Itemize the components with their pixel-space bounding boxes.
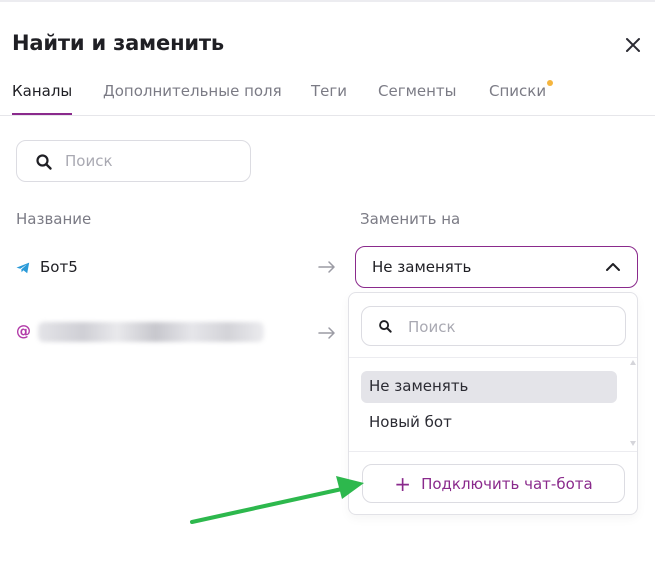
select-dropdown: Не заменять Новый бот + Подключить чат-б…	[348, 292, 638, 515]
blurred-channel-name	[38, 322, 264, 342]
select-value: Не заменять	[372, 258, 472, 276]
column-header-name: Название	[16, 210, 92, 228]
search-icon	[379, 320, 392, 333]
divider	[349, 451, 637, 452]
chevron-up-icon	[606, 263, 620, 271]
connect-chatbot-button[interactable]: + Подключить чат-бота	[362, 464, 625, 503]
option-no-replace[interactable]: Не заменять	[361, 371, 617, 403]
option-new-bot[interactable]: Новый бот	[361, 407, 617, 439]
arrow-right-icon	[318, 327, 335, 339]
tab-segments[interactable]: Сегменты	[378, 82, 457, 100]
replace-with-select[interactable]: Не заменять	[355, 246, 638, 288]
close-icon	[626, 38, 640, 52]
tab-lists[interactable]: Списки	[489, 82, 546, 100]
connect-chatbot-label: Подключить чат-бота	[421, 474, 593, 493]
top-divider	[0, 0, 655, 2]
tab-channels[interactable]: Каналы	[12, 82, 72, 100]
dropdown-search-field[interactable]	[361, 306, 626, 346]
active-tab-indicator	[12, 113, 72, 115]
scroll-down-arrow-icon[interactable]	[630, 441, 636, 446]
dropdown-search-input[interactable]	[408, 316, 608, 338]
search-field[interactable]	[16, 140, 251, 182]
dialog-title: Найти и заменить	[12, 31, 224, 55]
notification-dot	[547, 80, 553, 86]
plus-icon: +	[394, 471, 412, 496]
divider	[349, 357, 637, 358]
column-header-replace-with: Заменить на	[360, 210, 461, 228]
arrow-right-icon	[318, 261, 335, 273]
scroll-up-arrow-icon[interactable]	[630, 360, 636, 365]
tab-bar: Каналы Дополнительные поля Теги Сегменты…	[0, 78, 655, 116]
search-input[interactable]	[65, 150, 240, 172]
at-icon: @	[16, 322, 31, 340]
close-button[interactable]	[620, 32, 646, 58]
tab-tags[interactable]: Теги	[311, 82, 347, 100]
channel-name: Бот5	[40, 258, 78, 276]
telegram-icon	[16, 262, 30, 274]
search-icon	[36, 154, 52, 170]
tab-additional-fields[interactable]: Дополнительные поля	[103, 82, 282, 100]
